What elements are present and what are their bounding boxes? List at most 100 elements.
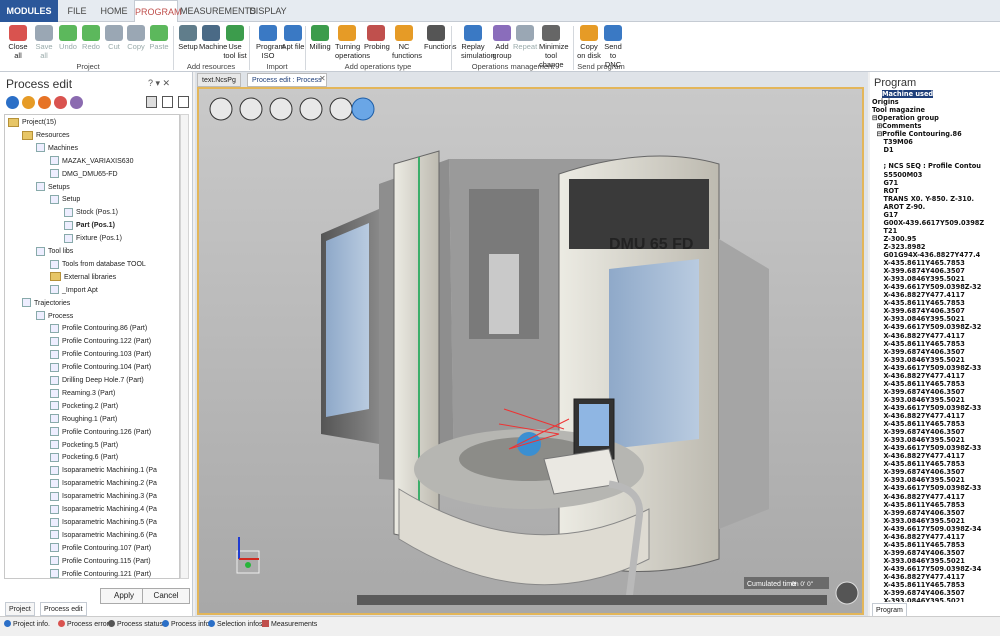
program-line[interactable]: X-393.0846Y395.5021 xyxy=(872,436,964,444)
tree-item[interactable]: Process xyxy=(36,311,73,323)
program-line[interactable]: X-393.0846Y395.5021 xyxy=(872,597,964,602)
tree-item[interactable]: Isoparametric Machining.2 (Pa xyxy=(50,478,157,490)
tab-program-bottom[interactable]: Program xyxy=(872,603,907,617)
tab-process-edit[interactable]: Process edit xyxy=(40,602,87,616)
status-process-infos[interactable]: Process infos xyxy=(162,620,213,630)
tree-item[interactable]: Profile Contouring.107 (Part) xyxy=(50,543,151,555)
program-line[interactable]: X-439.6617Y509.0398Z-33 xyxy=(872,364,981,372)
ribbon-button-11[interactable]: Apt file xyxy=(281,25,305,51)
status-process-errors[interactable]: Process errors xyxy=(58,620,113,630)
view-icons-icon[interactable] xyxy=(178,96,189,108)
ribbon-button-5[interactable]: Copy xyxy=(124,25,148,51)
tree-item[interactable]: Setups xyxy=(36,182,70,194)
tree-item[interactable]: Isoparametric Machining.6 (Pa xyxy=(50,530,157,542)
ribbon-button-14[interactable]: Probing xyxy=(364,25,390,51)
doc-tab-process[interactable]: Process edit : Process xyxy=(247,73,327,87)
tree-item[interactable]: Profile Contouring.122 (Part) xyxy=(50,336,151,348)
ribbon-button-3[interactable]: Redo xyxy=(79,25,103,51)
ribbon-button-13[interactable]: Turning operations xyxy=(335,25,370,60)
program-line[interactable]: X-435.8611Y465.7853 xyxy=(872,299,964,307)
tree-item[interactable]: Isoparametric Machining.3 (Pa xyxy=(50,491,157,503)
ribbon-button-1[interactable]: Save all xyxy=(32,25,56,60)
program-line[interactable]: X-435.8611Y465.7853 xyxy=(872,420,964,428)
panel-controls[interactable]: ? ▾ ✕ xyxy=(148,78,170,89)
program-line[interactable]: X-439.6617Y509.0398Z-32 xyxy=(872,323,981,331)
program-line[interactable]: X-435.8611Y465.7853 xyxy=(872,541,964,549)
ribbon-button-10[interactable]: Program ISO xyxy=(256,25,285,60)
options-icon[interactable] xyxy=(70,96,83,109)
program-line[interactable]: X-399.6874Y406.3507 xyxy=(872,468,964,476)
program-line[interactable]: X-399.6874Y406.3507 xyxy=(872,509,964,517)
program-line[interactable]: X-436.8827Y477.4117 xyxy=(872,412,964,420)
ribbon-button-15[interactable]: NC functions xyxy=(392,25,422,60)
tree-item[interactable]: External libraries xyxy=(50,272,116,284)
tree-item[interactable]: Profile Contouring.121 (Part) xyxy=(50,569,151,578)
tree-item[interactable]: Roughing.1 (Part) xyxy=(50,414,117,426)
status-measurements[interactable]: Measurements xyxy=(262,620,317,630)
program-line[interactable]: X-393.0846Y395.5021 xyxy=(872,275,964,283)
tree-item[interactable]: Stock (Pos.1) xyxy=(64,207,118,219)
ribbon-button-7[interactable]: Setup xyxy=(176,25,200,51)
program-line[interactable]: X-399.6874Y406.3507 xyxy=(872,267,964,275)
ribbon-button-17[interactable]: Replay simulation xyxy=(461,25,495,60)
program-line[interactable]: Machine used xyxy=(882,90,934,98)
filter-icon[interactable] xyxy=(54,96,67,109)
program-line[interactable]: X-393.0846Y395.5021 xyxy=(872,557,964,565)
program-line[interactable]: X-439.6617Y509.0398Z-32 xyxy=(872,283,981,291)
tree-item[interactable]: Project(15) xyxy=(8,117,56,129)
program-line[interactable]: X-399.6874Y406.3507 xyxy=(872,307,964,315)
program-line[interactable]: AROT Z-90. xyxy=(872,203,925,211)
program-line[interactable]: X-436.8827Y477.4117 xyxy=(872,573,964,581)
tree-item[interactable]: Profile Contouring.103 (Part) xyxy=(50,349,151,361)
ribbon-button-2[interactable]: Undo xyxy=(56,25,80,51)
program-line[interactable]: X-439.6617Y509.0398Z-33 xyxy=(872,444,981,452)
program-line[interactable]: S5500M03 xyxy=(872,171,922,179)
tree-item[interactable]: Trajectories xyxy=(22,298,70,310)
tree-item[interactable]: Part (Pos.1) xyxy=(64,220,115,232)
program-line[interactable]: G17 xyxy=(872,211,898,219)
ribbon-button-19[interactable]: Repeat xyxy=(513,25,537,51)
tree-item[interactable]: Fixture (Pos.1) xyxy=(64,233,122,245)
program-line[interactable]: X-399.6874Y406.3507 xyxy=(872,589,964,597)
tree-item[interactable]: Resources xyxy=(22,130,69,142)
program-line[interactable]: X-436.8827Y477.4117 xyxy=(872,372,964,380)
tree-item[interactable]: Tool libs xyxy=(36,246,73,258)
ribbon-button-6[interactable]: Paste xyxy=(147,25,171,51)
program-line[interactable]: ; NCS SEQ : Profile Contou xyxy=(872,162,981,170)
program-line[interactable]: G01G94X-436.8827Y477.4 xyxy=(872,251,980,259)
program-line[interactable]: ⊟Operation group xyxy=(872,114,939,122)
program-line[interactable]: X-435.8611Y465.7853 xyxy=(872,380,964,388)
program-line[interactable]: ⊞Comments xyxy=(872,122,922,130)
ribbon-button-12[interactable]: Milling xyxy=(308,25,332,51)
ribbon-button-21[interactable]: Copy on disk xyxy=(577,25,601,60)
program-line[interactable]: Z-300.95 xyxy=(872,235,916,243)
program-line[interactable]: X-435.8611Y465.7853 xyxy=(872,259,964,267)
program-line[interactable]: X-393.0846Y395.5021 xyxy=(872,356,964,364)
program-line[interactable]: ⊟Profile Contouring.86 xyxy=(872,130,962,138)
program-line[interactable]: Z-323.8982 xyxy=(872,243,925,251)
program-line[interactable]: G00X-439.6617Y509.0398Z xyxy=(872,219,984,227)
tab-measurements[interactable]: MEASUREMENTS xyxy=(180,0,256,22)
tree-item[interactable]: Profile Contouring.86 (Part) xyxy=(50,323,147,335)
expand-icon[interactable] xyxy=(22,96,35,109)
tree-item[interactable]: Profile Contouring.115 (Part) xyxy=(50,556,151,568)
tree-item[interactable]: Reaming.3 (Part) xyxy=(50,388,115,400)
tree-item[interactable]: Setup xyxy=(50,194,80,206)
program-line[interactable]: X-439.6617Y509.0398Z-33 xyxy=(872,484,981,492)
program-line[interactable]: X-435.8611Y465.7853 xyxy=(872,460,964,468)
program-line[interactable]: X-393.0846Y395.5021 xyxy=(872,517,964,525)
program-line[interactable]: G71 xyxy=(872,179,898,187)
program-line[interactable]: X-435.8611Y465.7853 xyxy=(872,340,964,348)
status-process-status[interactable]: Process status xyxy=(108,620,163,630)
status-project-info[interactable]: Project info. xyxy=(4,620,50,630)
refresh-icon[interactable] xyxy=(6,96,19,109)
tab-modules[interactable]: MODULES xyxy=(0,0,58,22)
program-line[interactable]: X-393.0846Y395.5021 xyxy=(872,476,964,484)
doc-tab-text[interactable]: text.NcsPg xyxy=(197,73,241,87)
tree-item[interactable]: Tools from database TOOL xyxy=(50,259,146,271)
tree-item[interactable]: Machines xyxy=(36,143,78,155)
tree-item[interactable]: Pocketing.6 (Part) xyxy=(50,452,118,464)
program-line[interactable]: X-393.0846Y395.5021 xyxy=(872,315,964,323)
timeline-bar[interactable] xyxy=(357,595,827,605)
tree-item[interactable]: MAZAK_VARIAXIS630 xyxy=(50,156,133,168)
